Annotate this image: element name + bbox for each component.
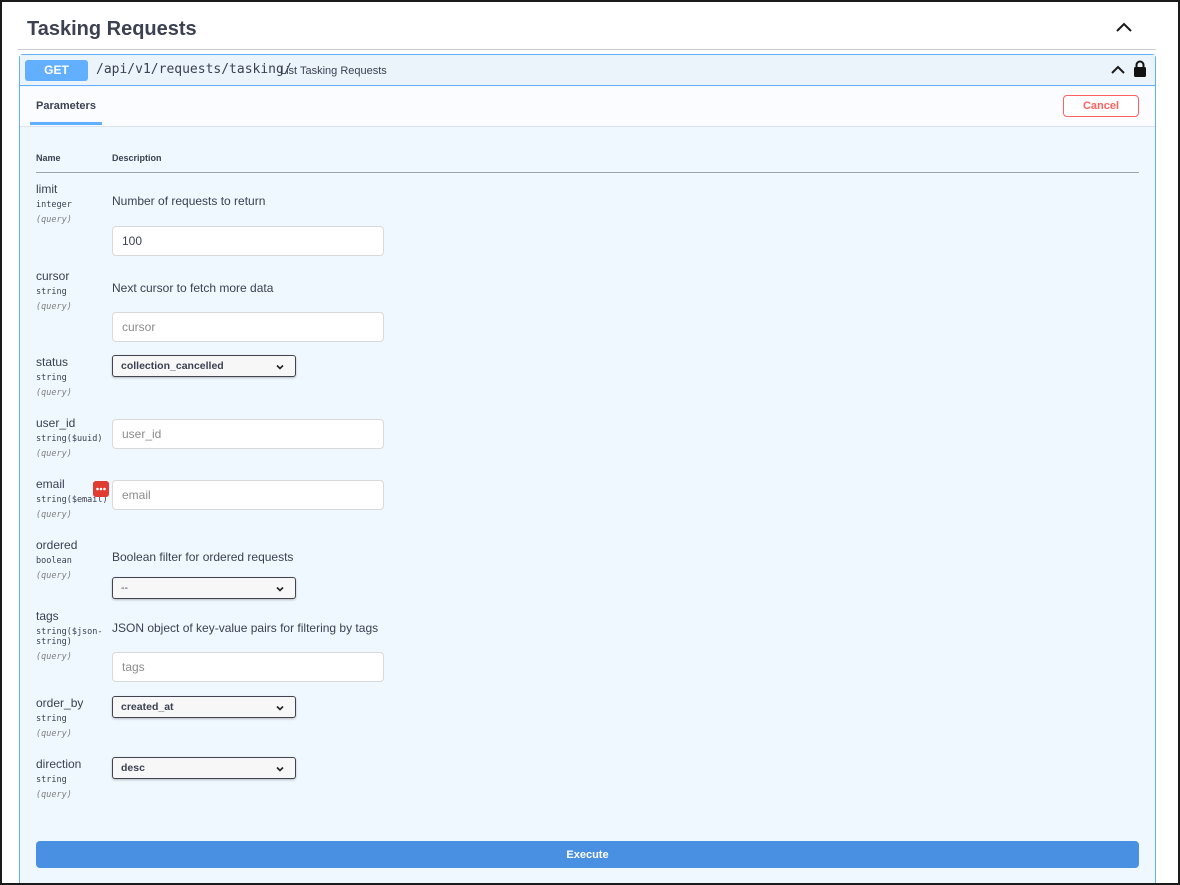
param-description: Number of requests to return bbox=[112, 194, 266, 208]
param-type: integer bbox=[36, 200, 72, 210]
param-type: string bbox=[36, 373, 67, 383]
param-name: email bbox=[36, 477, 65, 491]
operation-path: /api/v1/requests/tasking/ bbox=[96, 62, 292, 77]
lock-icon[interactable] bbox=[1133, 60, 1147, 78]
param-location: (query) bbox=[36, 571, 72, 581]
param-name: tags bbox=[36, 609, 59, 623]
user-id-input[interactable] bbox=[112, 419, 384, 449]
param-name: user_id bbox=[36, 416, 76, 430]
column-description: Description bbox=[112, 153, 162, 163]
operation-block: GET /api/v1/requests/tasking/ List Taski… bbox=[19, 54, 1156, 883]
param-type: string bbox=[36, 287, 67, 297]
select-value: desc bbox=[121, 762, 145, 774]
status-select[interactable]: collection_cancelled bbox=[112, 355, 296, 377]
select-value: collection_cancelled bbox=[121, 360, 224, 372]
chevron-down-icon bbox=[276, 766, 284, 772]
param-location: (query) bbox=[36, 388, 72, 398]
param-type: string bbox=[36, 714, 67, 724]
param-description: Boolean filter for ordered requests bbox=[112, 550, 294, 564]
param-location: (query) bbox=[36, 652, 72, 662]
ordered-select[interactable]: -- bbox=[112, 577, 296, 599]
operation-summary[interactable]: GET /api/v1/requests/tasking/ List Taski… bbox=[20, 55, 1155, 86]
param-type: string bbox=[36, 775, 67, 785]
chevron-down-icon bbox=[276, 586, 284, 592]
section-header[interactable]: Tasking Requests bbox=[18, 10, 1156, 50]
tab-parameters[interactable]: Parameters bbox=[30, 87, 102, 125]
param-name: ordered bbox=[36, 538, 78, 552]
param-name: limit bbox=[36, 182, 58, 196]
param-name: cursor bbox=[36, 269, 70, 283]
param-location: (query) bbox=[36, 729, 72, 739]
tags-input[interactable] bbox=[112, 652, 384, 682]
param-name: direction bbox=[36, 757, 82, 771]
param-location: (query) bbox=[36, 215, 72, 225]
chevron-up-icon[interactable] bbox=[1112, 16, 1136, 40]
select-value: -- bbox=[121, 582, 128, 594]
extension-icon[interactable] bbox=[93, 481, 109, 497]
param-name: order_by bbox=[36, 696, 84, 710]
method-badge: GET bbox=[25, 60, 88, 81]
limit-input[interactable] bbox=[112, 226, 384, 256]
order-by-select[interactable]: created_at bbox=[112, 696, 296, 718]
email-input[interactable] bbox=[112, 480, 384, 510]
param-description: Next cursor to fetch more data bbox=[112, 281, 274, 295]
direction-select[interactable]: desc bbox=[112, 757, 296, 779]
param-type-cont: string) bbox=[36, 637, 72, 647]
select-value: created_at bbox=[121, 701, 174, 713]
param-description: JSON object of key-value pairs for filte… bbox=[112, 621, 379, 635]
cursor-input[interactable] bbox=[112, 312, 384, 342]
section-title: Tasking Requests bbox=[27, 18, 197, 40]
param-location: (query) bbox=[36, 790, 72, 800]
param-type: string($json- bbox=[36, 627, 103, 637]
param-type: string($uuid) bbox=[36, 434, 103, 444]
execute-button[interactable]: Execute bbox=[36, 841, 1139, 868]
operation-summary-text: List Tasking Requests bbox=[280, 65, 387, 77]
app-frame: Tasking Requests GET /api/v1/requests/ta… bbox=[0, 0, 1180, 885]
param-name: status bbox=[36, 355, 69, 369]
chevron-up-icon[interactable] bbox=[1109, 61, 1127, 79]
cancel-button[interactable]: Cancel bbox=[1063, 95, 1139, 117]
param-location: (query) bbox=[36, 510, 72, 520]
param-location: (query) bbox=[36, 302, 72, 312]
column-name: Name bbox=[36, 153, 61, 163]
parameters-header: Name Description bbox=[36, 147, 1139, 173]
param-location: (query) bbox=[36, 449, 72, 459]
chevron-down-icon bbox=[276, 705, 284, 711]
param-type: boolean bbox=[36, 556, 72, 566]
chevron-down-icon bbox=[276, 364, 284, 370]
tabs-bar: Parameters Cancel bbox=[20, 87, 1155, 127]
